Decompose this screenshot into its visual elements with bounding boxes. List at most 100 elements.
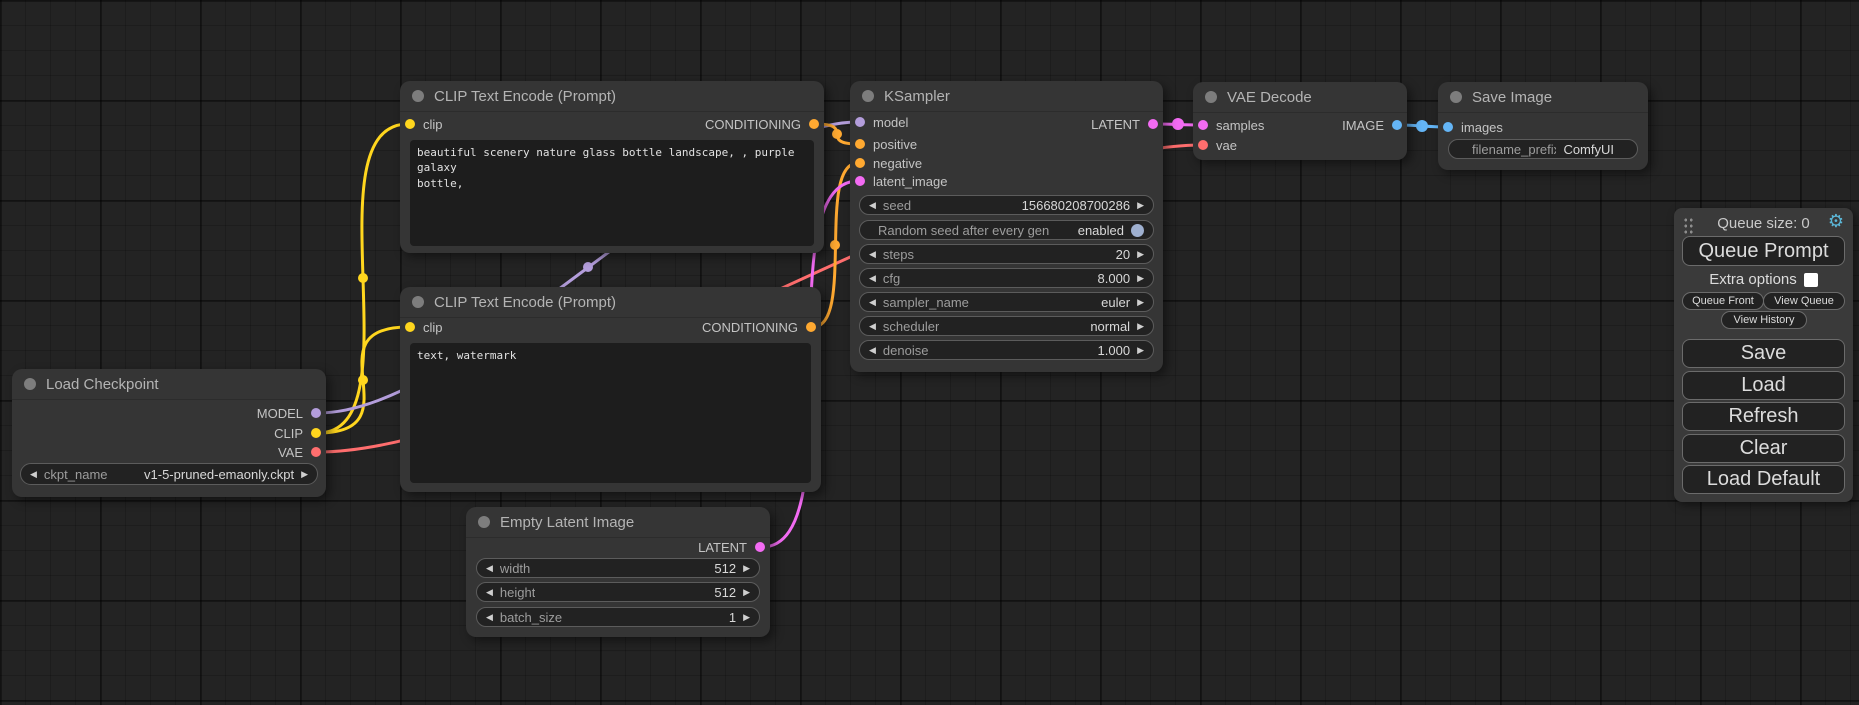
model-port[interactable] [311, 408, 321, 418]
batch-size-widget[interactable]: ◀ batch_size 1 ▶ [476, 607, 760, 627]
node-title-bar[interactable]: Empty Latent Image [466, 507, 770, 538]
collapse-dot[interactable] [1205, 91, 1217, 103]
increment-arrow-icon[interactable]: ▶ [743, 564, 750, 573]
input-clip[interactable]: clip [405, 320, 443, 334]
clear-button[interactable]: Clear [1682, 434, 1845, 463]
random-seed-toggle-widget[interactable]: Random seed after every gen enabled [859, 220, 1154, 240]
settings-gear-icon[interactable]: ⚙ [1828, 211, 1844, 232]
increment-arrow-icon[interactable]: ▶ [1137, 201, 1144, 210]
increment-arrow-icon[interactable]: ▶ [1137, 346, 1144, 355]
node-title-bar[interactable]: CLIP Text Encode (Prompt) [400, 287, 821, 318]
decrement-arrow-icon[interactable]: ◀ [869, 346, 876, 355]
latent-port[interactable] [1198, 120, 1208, 130]
decrement-arrow-icon[interactable]: ◀ [869, 250, 876, 259]
input-samples[interactable]: samples [1198, 118, 1264, 132]
seed-widget[interactable]: ◀ seed 156680208700286 ▶ [859, 195, 1154, 215]
decrement-arrow-icon[interactable]: ◀ [486, 588, 493, 597]
input-images[interactable]: images [1443, 120, 1503, 134]
clip-port[interactable] [405, 119, 415, 129]
negative-prompt-textarea[interactable]: text, watermark [410, 343, 811, 483]
decrement-arrow-icon[interactable]: ◀ [869, 201, 876, 210]
node-load-checkpoint[interactable]: Load Checkpoint MODEL CLIP VAE ◀ ckpt_na… [12, 369, 326, 497]
queue-prompt-button[interactable]: Queue Prompt [1682, 236, 1845, 266]
model-port[interactable] [855, 117, 865, 127]
conditioning-port[interactable] [855, 139, 865, 149]
output-conditioning[interactable]: CONDITIONING [705, 117, 819, 131]
scheduler-widget[interactable]: ◀ scheduler normal ▶ [859, 316, 1154, 336]
cfg-widget[interactable]: ◀ cfg 8.000 ▶ [859, 268, 1154, 288]
input-latent-image[interactable]: latent_image [855, 174, 947, 188]
collapse-dot[interactable] [412, 90, 424, 102]
positive-prompt-textarea[interactable]: beautiful scenery nature glass bottle la… [410, 140, 814, 246]
output-conditioning[interactable]: CONDITIONING [702, 320, 816, 334]
vae-port[interactable] [1198, 140, 1208, 150]
collapse-dot[interactable] [24, 378, 36, 390]
view-queue-button[interactable]: View Queue [1763, 292, 1845, 310]
decrement-arrow-icon[interactable]: ◀ [869, 274, 876, 283]
increment-arrow-icon[interactable]: ▶ [743, 613, 750, 622]
input-positive[interactable]: positive [855, 137, 917, 151]
increment-arrow-icon[interactable]: ▶ [301, 470, 308, 479]
decrement-arrow-icon[interactable]: ◀ [869, 298, 876, 307]
node-graph-canvas[interactable]: Load Checkpoint MODEL CLIP VAE ◀ ckpt_na… [0, 0, 1859, 705]
increment-arrow-icon[interactable]: ▶ [743, 588, 750, 597]
latent-port[interactable] [1148, 119, 1158, 129]
decrement-arrow-icon[interactable]: ◀ [30, 470, 37, 479]
image-port[interactable] [1443, 122, 1453, 132]
node-title-bar[interactable]: KSampler [850, 81, 1163, 112]
extra-options-checkbox[interactable] [1804, 273, 1818, 287]
filename-prefix-widget[interactable]: filename_prefix ComfyUI [1448, 139, 1638, 159]
output-clip[interactable]: CLIP [274, 426, 321, 440]
output-image[interactable]: IMAGE [1342, 118, 1402, 132]
conditioning-port[interactable] [806, 322, 816, 332]
increment-arrow-icon[interactable]: ▶ [1137, 274, 1144, 283]
image-port[interactable] [1392, 120, 1402, 130]
save-button[interactable]: Save [1682, 339, 1845, 368]
increment-arrow-icon[interactable]: ▶ [1137, 298, 1144, 307]
node-save-image[interactable]: Save Image images filename_prefix ComfyU… [1438, 82, 1648, 170]
node-title-bar[interactable]: Load Checkpoint [12, 369, 326, 400]
node-title-bar[interactable]: VAE Decode [1193, 82, 1407, 113]
node-ksampler[interactable]: KSampler model positive negative latent_… [850, 81, 1163, 372]
conditioning-port[interactable] [809, 119, 819, 129]
denoise-widget[interactable]: ◀ denoise 1.000 ▶ [859, 340, 1154, 360]
collapse-dot[interactable] [1450, 91, 1462, 103]
output-latent[interactable]: LATENT [1091, 117, 1158, 131]
node-title-bar[interactable]: CLIP Text Encode (Prompt) [400, 81, 824, 112]
increment-arrow-icon[interactable]: ▶ [1137, 322, 1144, 331]
sampler-name-widget[interactable]: ◀ sampler_name euler ▶ [859, 292, 1154, 312]
latent-port[interactable] [755, 542, 765, 552]
output-latent[interactable]: LATENT [698, 540, 765, 554]
load-default-button[interactable]: Load Default [1682, 465, 1845, 494]
input-model[interactable]: model [855, 115, 908, 129]
refresh-button[interactable]: Refresh [1682, 402, 1845, 431]
node-vae-decode[interactable]: VAE Decode samples vae IMAGE [1193, 82, 1407, 160]
load-button[interactable]: Load [1682, 371, 1845, 400]
steps-widget[interactable]: ◀ steps 20 ▶ [859, 244, 1154, 264]
height-widget[interactable]: ◀ height 512 ▶ [476, 582, 760, 602]
node-clip-text-encode-positive[interactable]: CLIP Text Encode (Prompt) clip CONDITION… [400, 81, 824, 253]
conditioning-port[interactable] [855, 158, 865, 168]
decrement-arrow-icon[interactable]: ◀ [869, 322, 876, 331]
width-widget[interactable]: ◀ width 512 ▶ [476, 558, 760, 578]
collapse-dot[interactable] [862, 90, 874, 102]
vae-port[interactable] [311, 447, 321, 457]
decrement-arrow-icon[interactable]: ◀ [486, 613, 493, 622]
increment-arrow-icon[interactable]: ▶ [1137, 250, 1144, 259]
collapse-dot[interactable] [412, 296, 424, 308]
input-negative[interactable]: negative [855, 156, 922, 170]
output-vae[interactable]: VAE [278, 445, 321, 459]
clip-port[interactable] [405, 322, 415, 332]
queue-front-button[interactable]: Queue Front [1682, 292, 1764, 310]
clip-port[interactable] [311, 428, 321, 438]
view-history-button[interactable]: View History [1721, 311, 1807, 329]
decrement-arrow-icon[interactable]: ◀ [486, 564, 493, 573]
output-model[interactable]: MODEL [257, 406, 321, 420]
input-vae[interactable]: vae [1198, 138, 1237, 152]
latent-port[interactable] [855, 176, 865, 186]
collapse-dot[interactable] [478, 516, 490, 528]
toggle-enabled-icon[interactable] [1131, 224, 1144, 237]
node-empty-latent-image[interactable]: Empty Latent Image LATENT ◀ width 512 ▶ … [466, 507, 770, 637]
node-title-bar[interactable]: Save Image [1438, 82, 1648, 113]
node-clip-text-encode-negative[interactable]: CLIP Text Encode (Prompt) clip CONDITION… [400, 287, 821, 492]
